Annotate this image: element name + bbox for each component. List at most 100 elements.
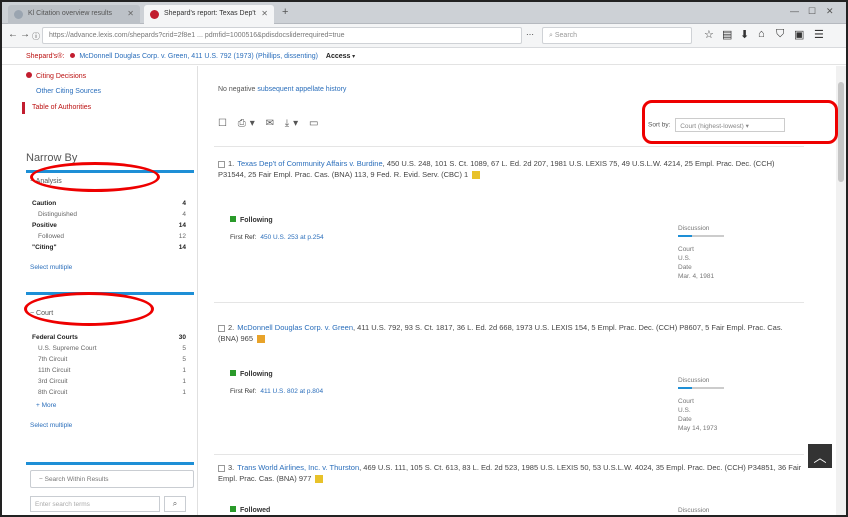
facet-label: Caution xyxy=(32,200,57,207)
result-checkbox[interactable] xyxy=(218,464,225,472)
case-name-link[interactable]: Texas Dep't of Community Affairs v. Burd… xyxy=(237,159,382,168)
window-close-icon[interactable]: ✕ xyxy=(826,6,834,17)
browser-window: Kl Citation overview results ✕ Shepard's… xyxy=(0,0,848,517)
bookmark-star-icon[interactable]: ☆ xyxy=(704,28,714,41)
download-icon[interactable]: ⤓▾ xyxy=(285,118,302,129)
minimize-icon[interactable]: — xyxy=(790,6,799,16)
search-within-input[interactable]: Enter search terms xyxy=(30,496,160,512)
facet-federal-courts[interactable]: Federal Courts 30 xyxy=(32,334,186,341)
search-within-toggle[interactable]: − Search Within Results xyxy=(30,470,194,488)
tab-citation-overview[interactable]: Kl Citation overview results ✕ xyxy=(8,5,140,24)
sidebar: Citing Decisions Other Citing Sources Ta… xyxy=(22,66,198,515)
select-multiple-analysis[interactable]: Select multiple xyxy=(30,264,72,271)
tab-shepards-report[interactable]: Shepard's report: Texas Dep't ✕ xyxy=(144,5,274,24)
facet-citing[interactable]: "Citing" 14 xyxy=(32,244,186,251)
result-title: 3. Trans World Airlines, Inc. v. Thurston… xyxy=(218,462,804,484)
first-ref-link[interactable]: 411 U.S. 802 at p.804 xyxy=(260,388,323,395)
subsequent-history-link[interactable]: subsequent appellate history xyxy=(257,86,346,93)
first-ref-link[interactable]: 450 U.S. 253 at p.254 xyxy=(260,234,323,241)
facet-label: U.S. Supreme Court xyxy=(38,345,97,352)
divider xyxy=(214,146,804,147)
maximize-icon[interactable]: ☐ xyxy=(808,6,816,17)
tab-title: Kl Citation overview results xyxy=(28,10,113,17)
citation-link[interactable]: McDonnell Douglas Corp. v. Green, 411 U.… xyxy=(79,53,318,60)
shield-icon[interactable]: ⛉ xyxy=(776,28,784,41)
reading-list-icon[interactable]: ▤ xyxy=(722,28,732,41)
result-checkbox[interactable] xyxy=(218,324,225,332)
appellate-history-notice: No negative subsequent appellate history xyxy=(218,86,346,93)
info-icon[interactable]: ⓘ xyxy=(32,31,40,42)
browser-search-input[interactable]: ⌕ Search xyxy=(542,27,692,44)
date-value: May 14, 1973 xyxy=(678,425,718,432)
facet-us-supreme-court[interactable]: U.S. Supreme Court 5 xyxy=(38,345,186,352)
note-icon[interactable] xyxy=(257,335,266,344)
download-icon[interactable]: ⬇ xyxy=(740,28,749,41)
court-value: U.S. xyxy=(678,255,691,262)
case-name-link[interactable]: McDonnell Douglas Corp. v. Green xyxy=(237,323,353,332)
tab-bar: Kl Citation overview results ✕ Shepard's… xyxy=(2,2,846,24)
back-icon[interactable]: ← xyxy=(8,29,18,40)
facet-count: 1 xyxy=(182,378,186,385)
facet-count: 5 xyxy=(182,356,186,363)
sidebar-item-table-of-authorities[interactable]: Table of Authorities xyxy=(32,104,91,111)
sidebar-item-other-citing-sources[interactable]: Other Citing Sources xyxy=(36,88,101,95)
facet-count: 4 xyxy=(182,200,186,207)
facet-8th-circuit[interactable]: 8th Circuit 1 xyxy=(38,389,186,396)
email-icon[interactable]: ✉ xyxy=(266,118,278,129)
facet-count: 30 xyxy=(178,334,186,341)
facet-7th-circuit[interactable]: 7th Circuit 5 xyxy=(38,356,186,363)
access-menu[interactable]: Access xyxy=(326,53,351,60)
facet-distinguished[interactable]: Distinguished 4 xyxy=(38,211,186,218)
select-all-checkbox[interactable]: ☐ xyxy=(218,118,231,129)
facet-positive[interactable]: Positive 14 xyxy=(32,222,186,229)
treatment-status: Followed xyxy=(230,506,270,514)
case-name-link[interactable]: Trans World Airlines, Inc. v. Thurston xyxy=(237,463,359,472)
new-tab-icon[interactable]: + xyxy=(282,6,288,18)
home-icon[interactable]: ⌂ xyxy=(758,28,765,40)
first-ref-label: First Ref: xyxy=(230,388,257,395)
search-within-button[interactable]: ⌕ xyxy=(164,496,186,512)
print-icon[interactable]: ⎙▾ xyxy=(238,118,259,129)
back-to-top-button[interactable]: ︿ xyxy=(808,444,832,468)
facet-label: 11th Circuit xyxy=(38,367,71,374)
discussion-label: Discussion xyxy=(678,377,710,384)
close-icon[interactable]: ✕ xyxy=(261,9,268,18)
url-bar[interactable]: https://advance.lexis.com/shepards?crid=… xyxy=(42,27,522,44)
scrollbar-thumb[interactable] xyxy=(838,82,844,182)
facet-label: Distinguished xyxy=(38,211,78,218)
forward-icon[interactable]: → xyxy=(20,29,30,40)
results-toolbar: ☐ ⎙▾ ✉ ⤓▾ ▭ xyxy=(218,118,322,129)
note-icon[interactable] xyxy=(315,475,324,484)
annotation-oval-court xyxy=(24,292,154,326)
discussion-label: Discussion xyxy=(678,507,710,514)
date-label: Date xyxy=(678,416,692,423)
shepards-label: Shepard's®: xyxy=(26,53,65,60)
date-value: Mar. 4, 1981 xyxy=(678,273,715,280)
facet-count: 14 xyxy=(178,222,186,229)
select-multiple-court[interactable]: Select multiple xyxy=(30,422,72,429)
menu-icon[interactable]: ☰ xyxy=(814,28,824,41)
result-item: 2. McDonnell Douglas Corp. v. Green, 411 … xyxy=(208,322,818,452)
facet-followed[interactable]: Followed 12 xyxy=(38,233,186,240)
result-number: 3. xyxy=(228,463,235,472)
facet-count: 1 xyxy=(182,367,186,374)
note-icon[interactable] xyxy=(472,171,481,180)
facet-label: Positive xyxy=(32,222,57,229)
facet-label: 7th Circuit xyxy=(38,356,68,363)
close-icon[interactable]: ✕ xyxy=(127,9,134,18)
result-checkbox[interactable] xyxy=(218,160,225,168)
folder-icon[interactable]: ▭ xyxy=(309,118,322,129)
facet-count: 4 xyxy=(182,211,186,218)
status-label: Followed xyxy=(240,507,271,514)
result-meta: Discussion xyxy=(678,506,798,515)
facet-caution[interactable]: Caution 4 xyxy=(32,200,186,207)
red-signal-icon xyxy=(70,53,76,58)
page-actions-icon[interactable]: ⋯ xyxy=(526,30,534,39)
facet-3rd-circuit[interactable]: 3rd Circuit 1 xyxy=(38,378,186,385)
discussion-label: Discussion xyxy=(678,225,710,232)
extension-icon[interactable]: ▣ xyxy=(794,28,804,41)
facet-11th-circuit[interactable]: 11th Circuit 1 xyxy=(38,367,186,374)
annotation-oval-analysis xyxy=(30,162,160,192)
sidebar-item-citing-decisions[interactable]: Citing Decisions xyxy=(26,72,86,80)
more-courts-link[interactable]: + More xyxy=(36,402,56,409)
